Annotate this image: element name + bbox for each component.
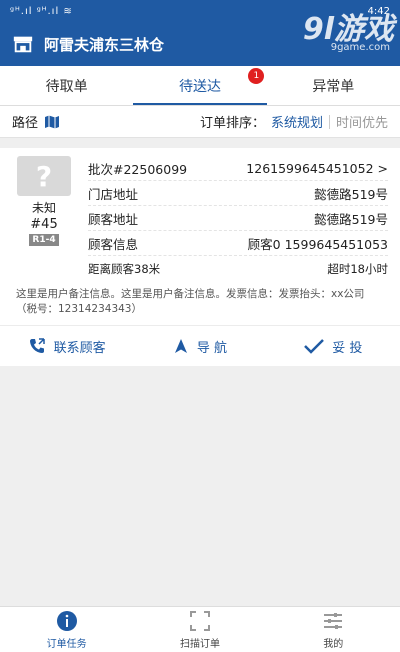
store-icon[interactable] xyxy=(12,33,34,55)
tab-badge: 1 xyxy=(248,68,265,84)
phone-icon xyxy=(29,338,45,353)
order-tabs: 待取单 待送达 1 异常单 xyxy=(0,66,400,106)
watermark-logo: 9l游戏 9game.com xyxy=(302,12,394,53)
store-address-row: 门店地址 懿德路519号 xyxy=(88,181,388,206)
bottom-nav: 订单任务 扫描订单 我的 xyxy=(0,606,400,652)
deliver-button[interactable]: 妥 投 xyxy=(267,337,400,356)
sliders-icon xyxy=(324,612,343,629)
app-header: 阿雷夫浦东三林仓 9l游戏 9game.com xyxy=(0,12,400,66)
customer-address-row: 顾客地址 懿德路519号 xyxy=(88,206,388,231)
shelf-badge: R1-4 xyxy=(29,234,59,246)
filter-bar: 路径 订单排序： 系统规划 时间优先 xyxy=(0,106,400,138)
info-icon xyxy=(56,610,77,631)
order-summary: ? 未知 #45 R1-4 xyxy=(16,156,72,281)
navigation-icon xyxy=(174,339,187,353)
distance-row: 距离顾客38米 超时18小时 xyxy=(88,256,388,281)
sort-system-plan[interactable]: 系统规划 xyxy=(271,112,323,131)
check-icon xyxy=(304,339,325,354)
customer-info-row: 顾客信息 顾客0 1599645451053 xyxy=(88,231,388,256)
order-id: 1261599645451052 > xyxy=(246,160,388,176)
nav-scan-order[interactable]: 扫描订单 xyxy=(133,607,266,652)
signal-indicators: ᵍᴴ.ıl ᵍᴴ.ıl ≋ xyxy=(10,5,73,17)
route-button[interactable]: 路径 xyxy=(12,112,60,131)
navigate-button[interactable]: 导 航 xyxy=(133,337,266,356)
contact-customer-button[interactable]: 联系顾客 xyxy=(0,337,133,356)
sort-time-first[interactable]: 时间优先 xyxy=(336,112,388,131)
batch-row[interactable]: 批次#22506099 1261599645451052 > xyxy=(88,156,388,181)
page-title: 阿雷夫浦东三林仓 xyxy=(44,35,165,54)
unknown-store-icon: ? xyxy=(17,156,71,196)
order-remark: 这里是用户备注信息。这里是用户备注信息。发票信息：发票抬头：xx公司（税号：12… xyxy=(0,281,400,326)
nav-order-tasks[interactable]: 订单任务 xyxy=(0,607,133,652)
scan-icon xyxy=(189,610,210,631)
tab-pending-delivery[interactable]: 待送达 1 xyxy=(133,66,267,105)
order-actions: 联系顾客 导 航 妥 投 xyxy=(0,326,400,366)
order-status: 未知 xyxy=(31,201,56,215)
tab-exceptions[interactable]: 异常单 xyxy=(267,66,400,105)
divider xyxy=(328,114,330,129)
sort-label: 订单排序： xyxy=(199,116,265,131)
map-icon xyxy=(45,115,60,128)
order-details: 批次#22506099 1261599645451052 > 门店地址 懿德路5… xyxy=(88,156,388,281)
batch-number: 批次#22506099 xyxy=(88,161,188,177)
order-card[interactable]: ? 未知 #45 R1-4 批次#22506099 12615996454510… xyxy=(0,148,400,366)
sort-options: 订单排序： 系统规划 时间优先 xyxy=(200,112,388,131)
overtime-text: 超时18小时 xyxy=(327,261,388,276)
tab-pending-pickup[interactable]: 待取单 xyxy=(0,66,133,105)
nav-mine[interactable]: 我的 xyxy=(267,607,400,652)
order-number: #45 xyxy=(30,217,58,232)
distance-text: 距离顾客38米 xyxy=(88,261,161,276)
